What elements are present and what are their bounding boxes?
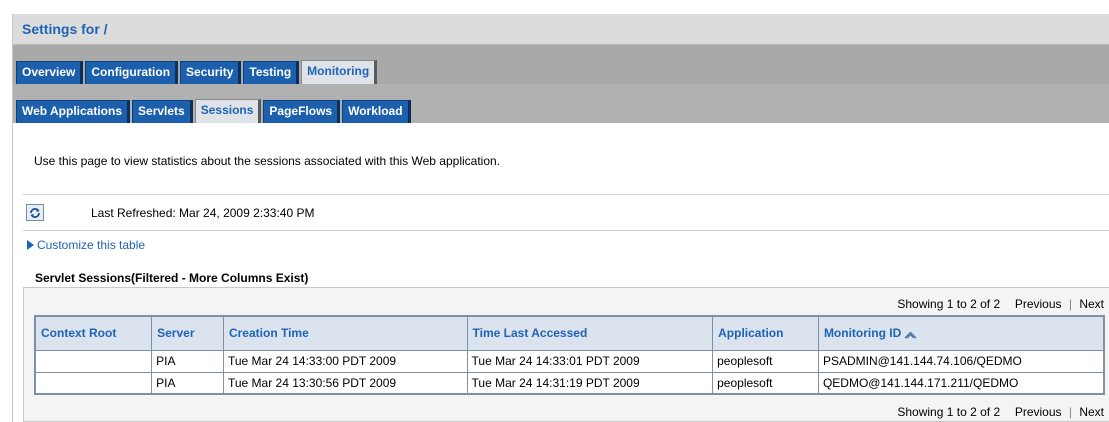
title-bar: Settings for / [13,14,1109,45]
pager-next-link[interactable]: Next [1079,297,1104,311]
column-header-application[interactable]: Application [712,315,819,351]
customize-table-link[interactable]: Customize this table [27,238,145,252]
refresh-icon [30,207,40,218]
tab-security[interactable]: Security [180,61,242,84]
tab-configuration[interactable]: Configuration [85,61,179,84]
refresh-bar: Last Refreshed: Mar 24, 2009 2:33:40 PM [23,194,1109,231]
column-header-time-last-accessed[interactable]: Time Last Accessed [466,315,714,351]
pager-next-link[interactable]: Next [1079,405,1104,419]
cell-monitoring-id: QEDMO@141.144.171.211/QEDMO [817,371,1105,395]
column-header-monitoring-id[interactable]: Monitoring ID [817,315,1105,351]
table-title: Servlet Sessions(Filtered - More Columns… [35,271,309,285]
pager-top: Showing 1 to 2 of 2 Previous | Next [897,297,1104,311]
column-header-context-root[interactable]: Context Root [34,315,153,351]
pager-showing: Showing 1 to 2 of 2 [897,405,1001,419]
triangle-right-icon [27,240,34,250]
cell-monitoring-id: PSADMIN@141.144.74.106/QEDMO [817,349,1105,373]
cell-application: peoplesoft [712,371,819,395]
pager-bottom: Showing 1 to 2 of 2 Previous | Next [897,405,1104,419]
column-header-creation-time[interactable]: Creation Time [222,315,468,351]
tab-workload[interactable]: Workload [342,100,411,123]
cell-time-last-accessed: Tue Mar 24 14:31:19 PDT 2009 [466,371,714,395]
tab-servlets[interactable]: Servlets [132,100,193,123]
intro-text: Use this page to view statistics about t… [34,154,501,168]
tab-testing[interactable]: Testing [243,61,300,84]
tab-monitoring[interactable]: Monitoring [301,60,378,84]
sessions-table: Context Root Server Creation Time Time L… [34,315,1105,395]
pager-showing: Showing 1 to 2 of 2 [897,297,1001,311]
pager-previous-link[interactable]: Previous [1015,297,1062,311]
sort-ascending-icon [904,331,917,339]
pager-separator: | [1068,405,1072,419]
primary-tab-bar: Overview Configuration Security Testing … [13,45,1109,84]
table-row: PIA Tue Mar 24 13:30:56 PDT 2009 Tue Mar… [34,371,1105,395]
pager-previous-link[interactable]: Previous [1015,405,1062,419]
refresh-button[interactable] [26,204,44,221]
cell-creation-time: Tue Mar 24 13:30:56 PDT 2009 [222,371,468,395]
customize-table-label: Customize this table [37,238,146,252]
cell-time-last-accessed: Tue Mar 24 14:33:01 PDT 2009 [466,349,714,373]
table-row: PIA Tue Mar 24 14:33:00 PDT 2009 Tue Mar… [34,349,1105,373]
tab-overview[interactable]: Overview [16,61,84,84]
pager-separator: | [1068,297,1072,311]
tab-pageflows[interactable]: PageFlows [263,100,341,123]
secondary-tab-bar: Web Applications Servlets Sessions PageF… [13,84,1109,123]
table-panel: Showing 1 to 2 of 2 Previous | Next Cont… [23,287,1109,422]
column-header-server[interactable]: Server [151,315,224,351]
tab-web-applications[interactable]: Web Applications [16,100,131,123]
last-refreshed: Last Refreshed: Mar 24, 2009 2:33:40 PM [91,206,315,220]
cell-server: PIA [151,371,224,395]
column-header-monitoring-id-label: Monitoring ID [823,326,902,341]
cell-context-root [34,349,153,373]
table-header-row: Context Root Server Creation Time Time L… [34,315,1105,351]
cell-creation-time: Tue Mar 24 14:33:00 PDT 2009 [222,349,468,373]
tab-sessions[interactable]: Sessions [194,99,262,123]
cell-server: PIA [151,349,224,373]
page-title: Settings for / [22,21,108,37]
settings-frame: Settings for / Overview Configuration Se… [12,14,1109,422]
cell-application: peoplesoft [712,349,819,373]
cell-context-root [34,371,153,395]
